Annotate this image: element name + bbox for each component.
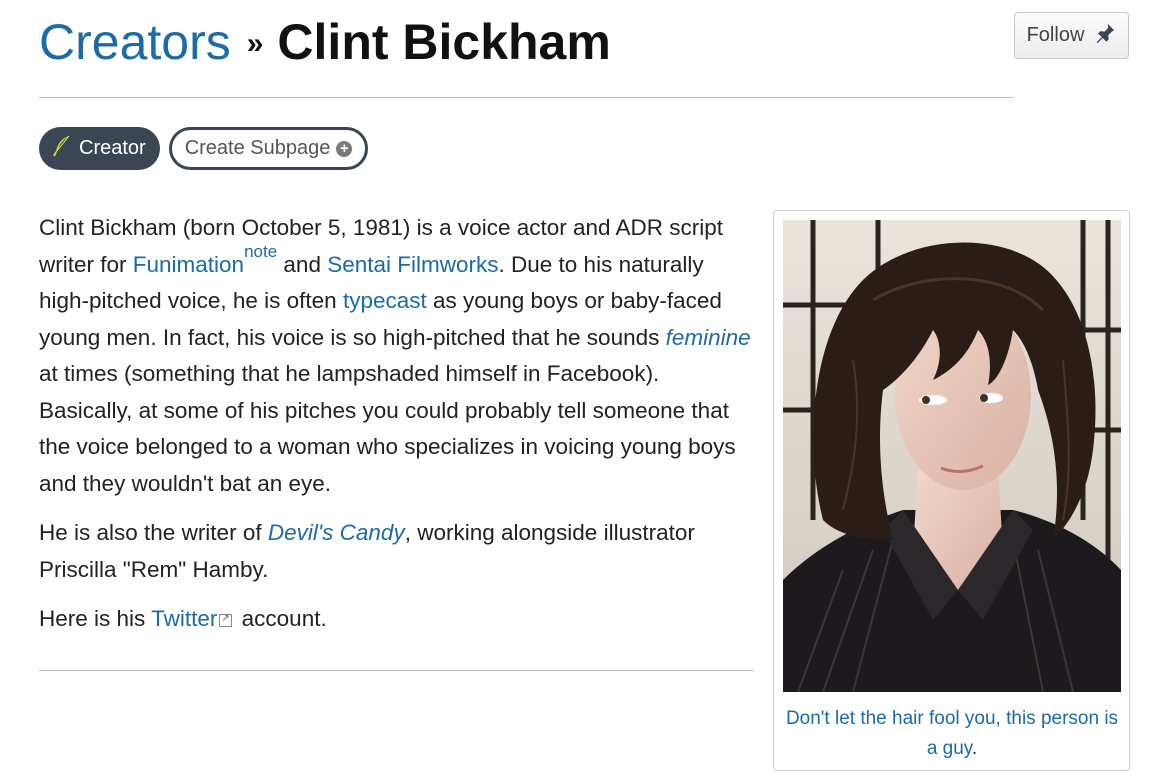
page-title: Clint Bickham [277,14,611,70]
infobox: Don't let the hair fool you, this person… [773,210,1130,771]
article-paragraph: Here is his Twitter account. [39,601,754,638]
creator-pill-label: Creator [79,137,146,159]
creator-pill[interactable]: Creator [39,127,160,170]
breadcrumb-creators-link[interactable]: Creators [39,14,231,70]
article-divider [39,670,754,671]
feminine-link[interactable]: feminine [666,325,751,350]
note-link[interactable]: note [244,242,277,261]
article-paragraph: Clint Bickham (born October 5, 1981) is … [39,210,754,502]
caption-link[interactable]: Don't let the hair fool you, this person… [786,708,1118,759]
typecast-link[interactable]: typecast [343,288,427,313]
create-subpage-label: Create Subpage [184,137,331,159]
create-subpage-button[interactable]: Create Subpage + [168,127,369,170]
article-body: Clint Bickham (born October 5, 1981) is … [39,210,754,651]
text: Here is his [39,606,152,631]
creator-photo[interactable] [783,220,1121,692]
funimation-link[interactable]: Funimation [133,252,244,277]
page-header: Creators » Clint Bickham [39,10,611,82]
header-divider [39,97,1014,98]
article-paragraph: He is also the writer of Devil's Candy, … [39,515,754,588]
feather-quill-icon [53,135,71,163]
devils-candy-link[interactable]: Devil's Candy [268,520,405,545]
text: He is also the writer of [39,520,268,545]
follow-button[interactable]: Follow [1014,12,1129,59]
twitter-link[interactable]: Twitter [151,606,217,631]
sentai-filmworks-link[interactable]: Sentai Filmworks [327,252,498,277]
text: and [277,251,328,277]
plus-circle-icon: + [336,140,353,157]
photo-caption: Don't let the hair fool you, this person… [784,704,1120,764]
text: at times (something that he lampshaded h… [39,361,736,496]
pushpin-icon [1094,22,1116,50]
follow-label: Follow [1026,24,1085,46]
caption-period: . [971,738,978,759]
breadcrumb: Creators » Clint Bickham [39,10,611,82]
breadcrumb-separator: » [246,27,264,60]
page-type-pills: Creator Create Subpage + [39,127,369,170]
external-link-icon [219,612,233,627]
text: account. [235,606,327,631]
